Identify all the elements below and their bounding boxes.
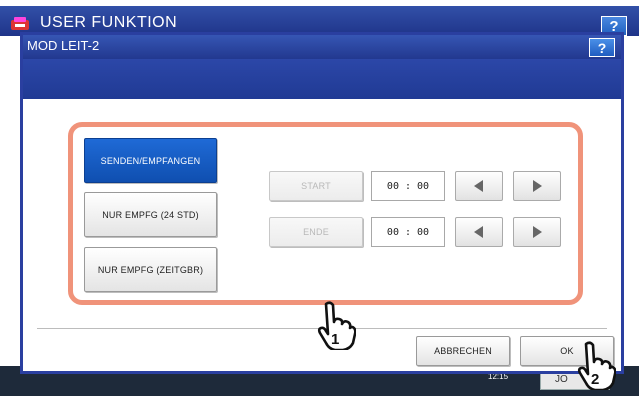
pointing-hand-icon: 1 xyxy=(317,301,356,350)
mode-receive-timed-button[interactable]: NUR EMPFG (ZEITGBR) xyxy=(84,247,217,292)
start-right-button[interactable] xyxy=(513,171,561,201)
dialog-header-band xyxy=(23,59,621,99)
right-arrow-icon xyxy=(533,180,542,192)
left-arrow-icon xyxy=(474,180,483,192)
logo-icon xyxy=(11,17,29,30)
mode-send-receive-button[interactable]: SENDEN/EMPFANGEN xyxy=(84,138,217,183)
start-time-button[interactable]: START xyxy=(269,171,363,201)
mode-receive-24h-button[interactable]: NUR EMPFG (24 STD) xyxy=(84,192,217,237)
start-left-button[interactable] xyxy=(455,171,503,201)
dialog-help-button[interactable]: ? xyxy=(589,38,615,57)
end-right-button[interactable] xyxy=(513,217,561,247)
cancel-button[interactable]: ABBRECHEN xyxy=(416,336,510,366)
pointing-hand-icon: 2 xyxy=(577,341,616,390)
end-time-button[interactable]: ENDE xyxy=(269,217,363,247)
dialog-title-bar: MOD LEIT-2 ? xyxy=(23,35,621,59)
end-time-field[interactable]: 00 : 00 xyxy=(371,217,445,247)
end-left-button[interactable] xyxy=(455,217,503,247)
right-arrow-icon xyxy=(533,226,542,238)
step-2-label: 2 xyxy=(591,371,599,388)
left-arrow-icon xyxy=(474,226,483,238)
step-1-label: 1 xyxy=(331,331,339,348)
start-time-field[interactable]: 00 : 00 xyxy=(371,171,445,201)
background-title: USER FUNKTION xyxy=(40,14,178,31)
dialog-title: MOD LEIT-2 xyxy=(27,38,100,53)
